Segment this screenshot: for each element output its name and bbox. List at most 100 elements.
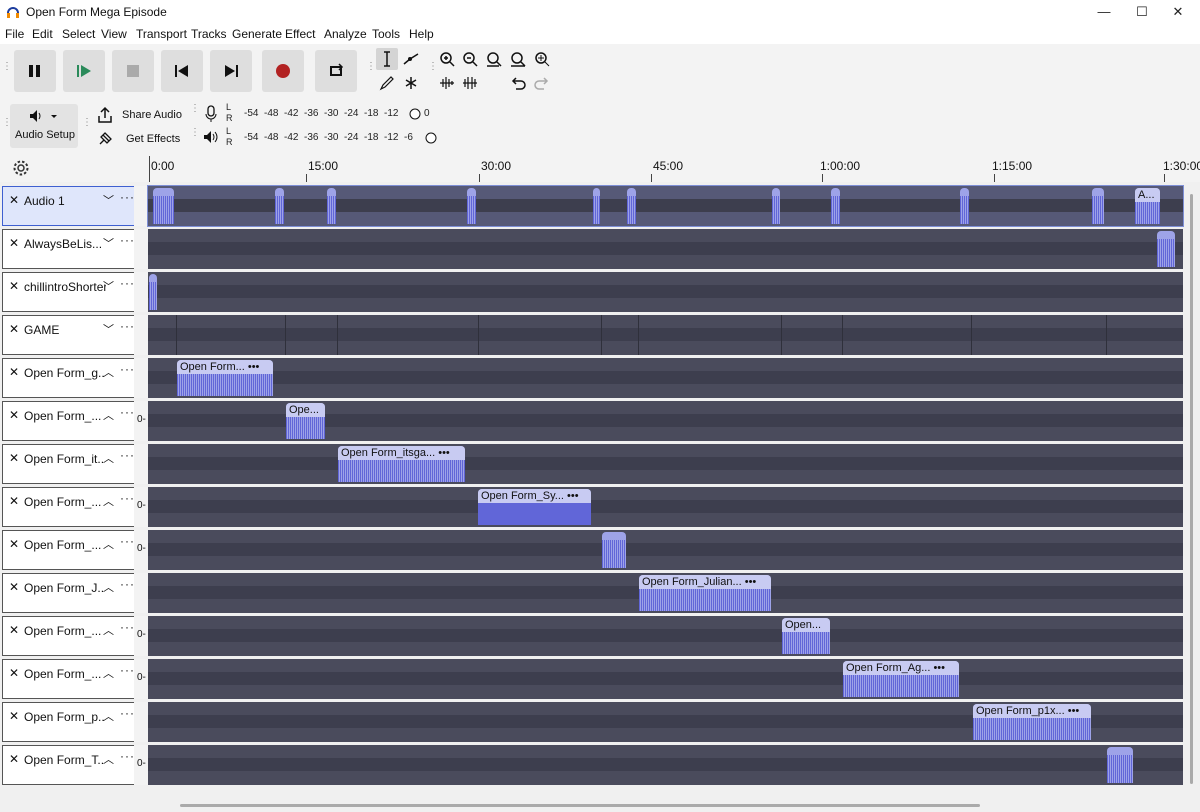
track-name[interactable]: GAME: [24, 323, 104, 337]
vertical-scale[interactable]: 0-: [134, 745, 148, 785]
close-track-button[interactable]: ✕: [9, 322, 19, 336]
chevron-up-icon[interactable]: ︿: [103, 622, 114, 638]
chevron-up-icon[interactable]: ︿: [103, 407, 114, 423]
pause-button[interactable]: [14, 50, 56, 92]
menu-view[interactable]: View: [101, 27, 127, 41]
menu-edit[interactable]: Edit: [32, 27, 53, 41]
audio-setup-grip[interactable]: ⋮: [2, 118, 12, 128]
vertical-scale[interactable]: [134, 358, 148, 398]
vertical-scale[interactable]: 0-: [134, 530, 148, 570]
clip-menu-button[interactable]: •••: [933, 662, 945, 674]
chevron-up-icon[interactable]: ︿: [103, 536, 114, 552]
fit-selection-button[interactable]: [483, 48, 505, 70]
clip-menu-button[interactable]: •••: [745, 576, 757, 588]
chevron-up-icon[interactable]: ︿: [103, 493, 114, 509]
chevron-down-icon[interactable]: ﹀: [103, 235, 114, 251]
track-menu-button[interactable]: ···: [120, 276, 135, 290]
track-lane[interactable]: Open...: [148, 616, 1183, 656]
vertical-scale[interactable]: [134, 573, 148, 613]
track-control-panel[interactable]: ✕ Open Form_... ︿ ···: [2, 401, 135, 441]
audio-clip[interactable]: Open Form_Ag... •••: [843, 661, 959, 697]
clip-menu-button[interactable]: •••: [1068, 705, 1080, 717]
menu-effect[interactable]: Effect: [285, 27, 315, 41]
menu-help[interactable]: Help: [409, 27, 434, 41]
chevron-up-icon[interactable]: ︿: [103, 751, 114, 767]
track-lane[interactable]: Open Form_Sy... •••: [148, 487, 1183, 527]
close-track-button[interactable]: ✕: [9, 580, 19, 594]
clip-title[interactable]: Open Form_Sy... •••: [478, 489, 591, 503]
close-track-button[interactable]: ✕: [9, 236, 19, 250]
track-menu-button[interactable]: ···: [120, 749, 135, 763]
audio-clip[interactable]: [627, 188, 636, 224]
edit-grip[interactable]: ⋮: [428, 62, 438, 72]
track-menu-button[interactable]: ···: [120, 319, 135, 333]
tools-grip[interactable]: ⋮: [366, 62, 376, 72]
menu-generate[interactable]: Generate: [232, 27, 282, 41]
clip-menu-button[interactable]: •••: [248, 361, 260, 373]
horizontal-scrollbar[interactable]: [0, 796, 1200, 812]
track-lane[interactable]: Open Form... •••: [148, 358, 1183, 398]
track-name[interactable]: Open Form_...: [24, 667, 104, 681]
vertical-scrollbar[interactable]: [1186, 182, 1198, 794]
track-name[interactable]: Open Form_...: [24, 409, 104, 423]
record-button[interactable]: [262, 50, 304, 92]
vertical-scale[interactable]: [134, 702, 148, 742]
track-name[interactable]: chillintroShorter: [24, 280, 106, 294]
track-lane[interactable]: [148, 229, 1183, 269]
close-track-button[interactable]: ✕: [9, 408, 19, 422]
track-name[interactable]: Audio 1: [24, 194, 104, 208]
fit-project-button[interactable]: [507, 48, 529, 70]
undo-button[interactable]: [507, 72, 529, 94]
track-control-panel[interactable]: ✕ Open Form_T... ︿ ···: [2, 745, 135, 785]
track-control-panel[interactable]: ✕ GAME ﹀ ···: [2, 315, 135, 355]
track-control-panel[interactable]: ✕ AlwaysBeLis... ﹀ ···: [2, 229, 135, 269]
track-name[interactable]: Open Form_...: [24, 624, 104, 638]
track-menu-button[interactable]: ···: [120, 448, 135, 462]
audio-clip[interactable]: Open...: [782, 618, 830, 654]
track-control-panel[interactable]: ✕ Open Form_J... ︿ ···: [2, 573, 135, 613]
scroll-thumb[interactable]: [1190, 194, 1193, 784]
track-control-panel[interactable]: ✕ chillintroShorter ﹀ ···: [2, 272, 135, 312]
track-menu-button[interactable]: ···: [120, 233, 135, 247]
track-lane[interactable]: [148, 745, 1183, 785]
draw-tool[interactable]: [376, 72, 398, 94]
track-name[interactable]: Open Form_T...: [24, 753, 104, 767]
track-lane[interactable]: A...: [147, 185, 1184, 227]
vertical-scale[interactable]: [134, 315, 148, 355]
track-lane[interactable]: [148, 315, 1183, 355]
audio-clip[interactable]: [602, 532, 626, 568]
audio-clip[interactable]: Ope...: [286, 403, 325, 439]
share-audio-button[interactable]: Share Audio: [92, 104, 184, 126]
skip-start-button[interactable]: [161, 50, 203, 92]
audio-clip[interactable]: [960, 188, 969, 224]
close-window-button[interactable]: ✕: [1156, 0, 1200, 24]
vertical-scale[interactable]: 0-: [134, 401, 148, 441]
share-grip[interactable]: ⋮: [82, 118, 92, 128]
zoom-toggle-button[interactable]: [531, 48, 553, 70]
menu-select[interactable]: Select: [62, 27, 95, 41]
track-control-panel[interactable]: ✕ Open Form_... ︿ ···: [2, 616, 135, 656]
close-track-button[interactable]: ✕: [9, 451, 19, 465]
vertical-scale[interactable]: [134, 272, 148, 312]
play-button[interactable]: [63, 50, 105, 92]
play-meter-grip[interactable]: ⋮: [190, 128, 200, 138]
clip-title[interactable]: Open...: [782, 618, 830, 632]
envelope-tool[interactable]: [400, 48, 422, 70]
clip-menu-button[interactable]: •••: [438, 447, 450, 459]
zoom-out-button[interactable]: [459, 48, 481, 70]
track-lane[interactable]: Open Form_Julian... •••: [148, 573, 1183, 613]
vertical-scale[interactable]: 0-: [134, 659, 148, 699]
chevron-up-icon[interactable]: ︿: [103, 579, 114, 595]
track-menu-button[interactable]: ···: [120, 190, 135, 204]
vertical-scale[interactable]: [134, 229, 148, 269]
track-name[interactable]: AlwaysBeLis...: [24, 237, 104, 251]
loop-button[interactable]: [315, 50, 357, 92]
track-control-panel[interactable]: ✕ Audio 1 ﹀ ···: [2, 186, 135, 226]
track-name[interactable]: Open Form_J...: [24, 581, 104, 595]
recording-volume-slider-icon[interactable]: [408, 107, 422, 121]
audio-clip[interactable]: Open Form_Julian... •••: [639, 575, 771, 611]
track-name[interactable]: Open Form_g...: [24, 366, 104, 380]
vertical-scale[interactable]: 0-: [134, 487, 148, 527]
audio-clip[interactable]: [1092, 188, 1104, 224]
vertical-scale[interactable]: 0-: [134, 616, 148, 656]
